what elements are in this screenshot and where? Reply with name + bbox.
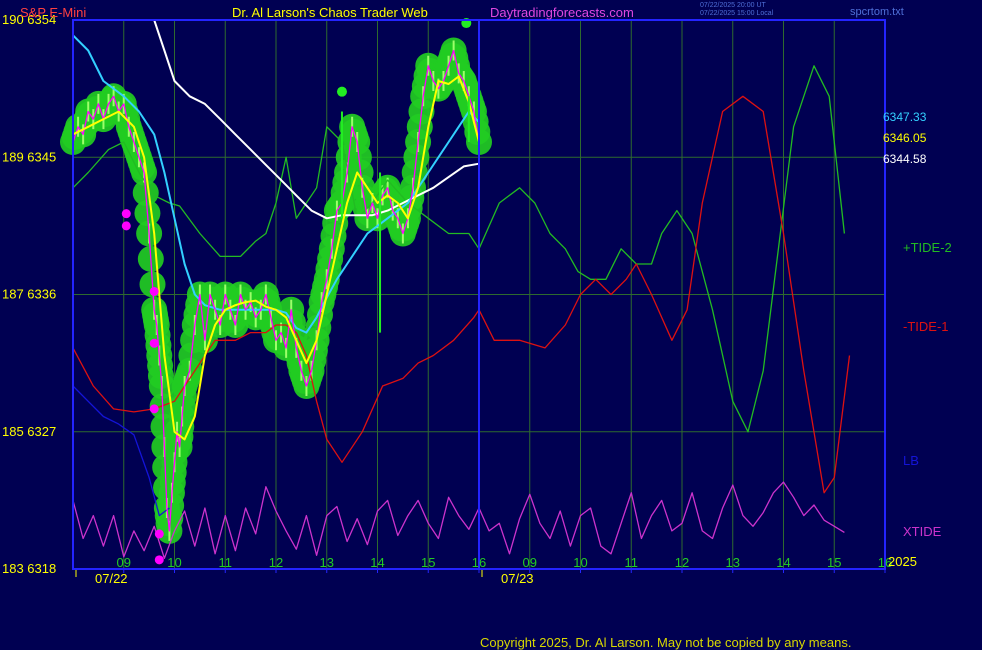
copyright-notice: Copyright 2025, Dr. Al Larson. May not b… xyxy=(480,635,852,650)
y-tick-label: 187 6336 xyxy=(2,287,56,302)
x-tick-label: 09 xyxy=(523,555,537,570)
magenta-dot xyxy=(149,338,159,348)
x-tick-label: 11 xyxy=(625,555,639,570)
x-tick-label: 15 xyxy=(421,555,435,570)
x-tick-label: 13 xyxy=(320,555,334,570)
series-xtide xyxy=(72,481,845,559)
timestamp-utc: 07/22/2025 20:00 UT xyxy=(700,2,766,9)
x-tick-label: 12 xyxy=(675,555,689,570)
magenta-dot xyxy=(121,209,131,219)
magenta-dot xyxy=(149,286,159,296)
x-date-label: 07/22 xyxy=(95,571,128,586)
x-tick-label: 15 xyxy=(827,555,841,570)
series-label: XTIDE xyxy=(903,524,942,539)
magenta-dot xyxy=(154,529,164,539)
y-tick-label: 185 6327 xyxy=(2,424,56,439)
chaos-chart: 190 6354189 6345187 6336185 6327183 6318… xyxy=(2,12,952,586)
data-file-name: spcrtom.txt xyxy=(850,6,904,18)
x-tick-label: 13 xyxy=(726,555,740,570)
x-tick-label: 11 xyxy=(219,555,233,570)
right-value-label: 6346.05 xyxy=(883,131,927,145)
series-label: LB xyxy=(903,453,919,468)
magenta-dot xyxy=(149,404,159,414)
symbol-title: S&P E-Mini xyxy=(20,5,87,20)
magenta-dot xyxy=(121,221,131,231)
right-value-label: 6347.33 xyxy=(883,110,927,124)
y-tick-label: 189 6345 xyxy=(2,149,56,164)
x-tick-label: 16 xyxy=(472,555,486,570)
right-value-label: 6344.58 xyxy=(883,152,927,166)
x-tick-label: 10 xyxy=(573,555,587,570)
chart-title: Dr. Al Larson's Chaos Trader Web xyxy=(232,5,428,20)
x-tick-label: 10 xyxy=(167,555,181,570)
series-label: +TIDE-2 xyxy=(903,240,952,255)
chart-axis xyxy=(75,569,886,577)
y-tick-label: 183 6318 xyxy=(2,561,56,576)
x-date-label: 07/23 xyxy=(501,571,534,586)
series-label: -TIDE-1 xyxy=(903,319,949,334)
green-dot xyxy=(336,86,347,97)
magenta-dot xyxy=(154,555,164,565)
site-link[interactable]: Daytradingforecasts.com xyxy=(490,5,634,20)
x-tick-label: 09 xyxy=(117,555,131,570)
x-tick-label: 14 xyxy=(370,555,384,570)
timestamp-local: 07/22/2025 15:00 Local xyxy=(700,10,774,17)
x-tick-label: 14 xyxy=(776,555,790,570)
year-label: 2025 xyxy=(888,554,917,569)
x-tick-label: 12 xyxy=(269,555,283,570)
